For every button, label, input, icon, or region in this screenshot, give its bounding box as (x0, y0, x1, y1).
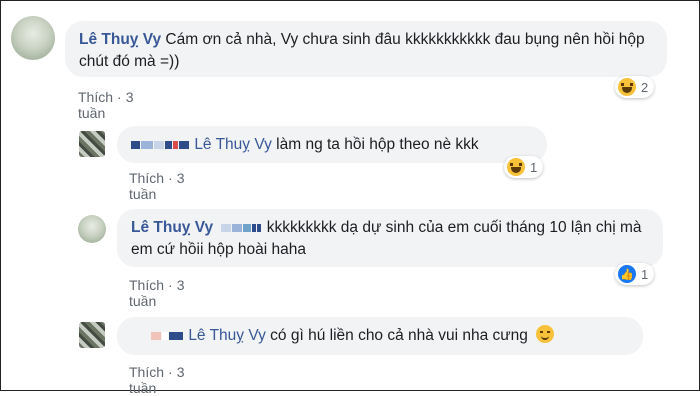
like-link[interactable]: Thích (78, 89, 113, 105)
like-link[interactable]: Thích (129, 364, 164, 380)
separator-dot: · (168, 277, 173, 293)
thumbs-up-icon: 👍 (618, 265, 636, 283)
relieved-face-icon (536, 325, 555, 343)
comment-author[interactable]: Lê Thuỵ Vy (131, 219, 213, 236)
comment-actions: Thích · 3 tuần (129, 277, 184, 309)
comment-actions: Thích · 3 tuần (78, 89, 133, 121)
haha-icon (507, 158, 525, 176)
avatar[interactable] (79, 131, 105, 157)
comment-bubble: Lê Thuỵ Vy có gì hú liền cho cả nhà vui … (117, 317, 643, 355)
reaction-badge[interactable]: 👍 1 (615, 263, 655, 285)
haha-icon (618, 78, 636, 96)
comment-author[interactable]: Lê Thuỵ Vy (79, 31, 161, 48)
like-link[interactable]: Thích (129, 170, 164, 186)
comment-bubble: Lê Thuỵ Vy Cám ơn cả nhà, Vy chưa sinh đ… (65, 21, 667, 77)
comment-bubble: Lê Thuỵ Vy kkkkkkkkk dạ dự sinh của em c… (117, 209, 663, 267)
mention-tag[interactable]: Lê Thuỵ Vy (194, 136, 272, 153)
separator-dot: · (168, 364, 173, 380)
reaction-count: 2 (641, 79, 649, 95)
avatar[interactable] (11, 16, 55, 60)
blurred-name (151, 327, 188, 344)
separator-dot: · (117, 89, 122, 105)
comment-actions: Thích · 3 tuần (129, 170, 184, 202)
reaction-count: 1 (530, 159, 538, 175)
comment-actions: Thích · 3 tuần (129, 364, 184, 396)
reaction-count: 1 (641, 266, 649, 282)
comment-text: có gì hú liền cho cả nhà vui nha cưng (270, 327, 528, 344)
reaction-badge[interactable]: 2 (615, 76, 655, 98)
comment-bubble: Lê Thuỵ Vy làm ng ta hồi hộp theo nè kkk (117, 126, 547, 163)
blurred-name (131, 136, 194, 153)
like-link[interactable]: Thích (129, 277, 164, 293)
avatar[interactable] (79, 322, 105, 348)
reaction-badge[interactable]: 1 (504, 156, 544, 178)
mention-tag[interactable]: Lê Thuỵ Vy (188, 327, 266, 344)
avatar[interactable] (78, 215, 106, 243)
comment-text: Cám ơn cả nhà, Vy chưa sinh đâu kkkkkkkk… (79, 31, 645, 70)
comment-text: làm ng ta hồi hộp theo nè kkk (276, 136, 479, 153)
blurred-name (221, 219, 266, 236)
separator-dot: · (168, 170, 173, 186)
